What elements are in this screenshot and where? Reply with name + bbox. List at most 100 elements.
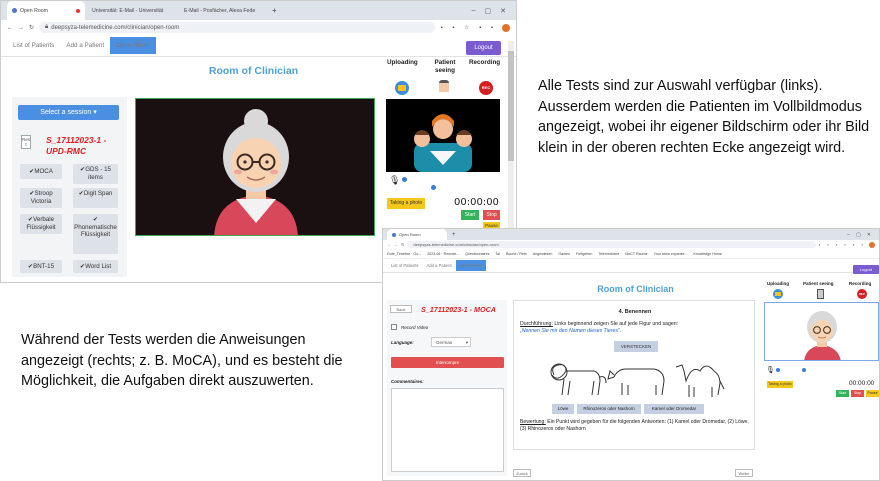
doctors-group-icon bbox=[414, 114, 472, 172]
record-video-label: Record Video bbox=[401, 325, 429, 330]
test-stroop-button[interactable]: ✔Stroop Victoria bbox=[20, 188, 62, 208]
screenshot-moca-task: Open Room + – ▢ ✕ ← → ↻ deepsyza-telemedicin… bbox=[382, 228, 880, 481]
window-controls-2[interactable]: – ▢ ✕ bbox=[847, 229, 879, 240]
test-verbal-fluency-button[interactable]: ✔Verbale Flüssigkeit bbox=[20, 214, 62, 234]
browser-tab-bar-2: Open Room + – ▢ ✕ bbox=[383, 229, 879, 240]
new-tab-button[interactable]: + bbox=[267, 1, 279, 20]
bookmark-item[interactable]: Telemedicine bbox=[598, 252, 619, 256]
session-panel: Select a session ▾ Res t S_17112023-1 - … bbox=[12, 97, 127, 277]
browser-tab-email-2[interactable]: E-Mail - Posfächer, Alexa Fede bbox=[179, 1, 265, 20]
forward-arrow-icon[interactable]: → bbox=[18, 25, 24, 31]
audio-level-dot bbox=[431, 185, 436, 190]
nav-add-patient-2[interactable]: Add a Patient bbox=[422, 263, 455, 268]
new-tab-button-2[interactable]: + bbox=[447, 229, 457, 240]
bookmark-item[interactable]: 2023-06 · Remote... bbox=[427, 252, 459, 256]
prev-button[interactable]: Zurück bbox=[513, 469, 531, 477]
bookmark-item[interactable]: Bound / Refs bbox=[506, 252, 527, 256]
mic-status-dot bbox=[402, 177, 407, 182]
rec-button[interactable]: REC bbox=[479, 81, 493, 95]
rhinoceros-icon bbox=[607, 368, 665, 396]
patient-seeing-label: Patient seeing bbox=[434, 59, 456, 74]
interrupt-button[interactable]: Interrompre bbox=[391, 357, 504, 368]
bookmark-item[interactable]: Gute_Timeline · Go... bbox=[387, 252, 421, 256]
bookmark-item[interactable]: MoCT Raume bbox=[625, 252, 647, 256]
nav-add-patient[interactable]: Add a Patient bbox=[60, 42, 110, 49]
browser-extension-icons[interactable]: ▪ ▪ ☆ ▪ ▪ bbox=[440, 24, 497, 31]
address-bar-row-2: ← → ↻ deepsyza-telemedicine.com/clinician/… bbox=[383, 240, 879, 249]
bookmark-item[interactable]: Knowledge Home bbox=[693, 252, 721, 256]
nav-open-room[interactable]: Open Room bbox=[110, 37, 157, 54]
back-button[interactable]: Back bbox=[390, 305, 412, 313]
reset-button[interactable]: Res t bbox=[21, 135, 31, 149]
stop-button[interactable]: Stop bbox=[483, 210, 500, 220]
session-name: UPD-RMC bbox=[46, 146, 87, 156]
browser-tab-open-room[interactable]: Open Room bbox=[7, 1, 85, 20]
stop-button-2[interactable]: Stop bbox=[851, 390, 864, 397]
start-button[interactable]: Start bbox=[461, 210, 479, 220]
window-controls[interactable]: – ▢ ✕ bbox=[472, 1, 516, 20]
logout-button[interactable]: Logout bbox=[466, 41, 501, 55]
uploading-folder-icon[interactable] bbox=[395, 81, 409, 95]
taking-photo-button[interactable]: Taking a photo bbox=[387, 198, 425, 209]
record-video-checkbox[interactable] bbox=[391, 324, 397, 330]
reload-icon[interactable]: ↻ bbox=[29, 24, 34, 31]
check-icon: ✔ bbox=[92, 216, 99, 223]
page-title-2: Room of Clinician bbox=[597, 284, 674, 294]
test-phonematic-fluency-button[interactable]: ✔ Phonematische Flüssigkeit bbox=[73, 214, 118, 254]
microphone-icon-2[interactable]: 🎙︎ bbox=[766, 366, 775, 374]
session-id: S_17112023-1 - bbox=[46, 135, 107, 145]
caption-left: Während der Tests werden die Anweisungen… bbox=[21, 332, 343, 389]
lion-icon bbox=[550, 363, 607, 396]
pause-button-2[interactable]: Pause bbox=[866, 390, 879, 397]
bookmark-item[interactable]: Questionnaires bbox=[465, 252, 489, 256]
nav-open-room-2[interactable]: Open Room bbox=[455, 260, 487, 271]
logout-button-2[interactable]: Logout bbox=[853, 265, 879, 274]
url-field[interactable]: 🔒︎ deepsyza-telemedicine.com/clinician/op… bbox=[39, 22, 436, 33]
uploading-folder-icon-2[interactable] bbox=[773, 289, 783, 299]
bookmark-item[interactable]: Fortgeben bbox=[576, 252, 592, 256]
bookmark-item[interactable]: Your store expanse... bbox=[654, 252, 688, 256]
browser-tab-open-room-2[interactable]: Open Room bbox=[387, 229, 447, 240]
bookmark-item[interactable]: Angewiesen bbox=[533, 252, 553, 256]
test-bnt15-button[interactable]: ✔BNT-15 bbox=[20, 260, 62, 273]
url-field-2[interactable]: deepsyza-telemedicine.com/clinician/open… bbox=[407, 241, 816, 248]
patient-seeing-icon-2 bbox=[817, 289, 824, 299]
close-icon[interactable]: ✕ bbox=[500, 7, 506, 15]
microphone-icon[interactable]: 🎙︎ bbox=[389, 175, 400, 186]
profile-avatar[interactable] bbox=[502, 23, 510, 32]
back-arrow-icon[interactable]: ← bbox=[7, 25, 13, 31]
test-moca-button[interactable]: ✔MOCA bbox=[20, 164, 62, 179]
chevron-down-icon: ▾ bbox=[465, 340, 468, 345]
recording-label-2: Recording bbox=[849, 281, 872, 286]
test-gds-button[interactable]: ✔GDS - 15 items bbox=[73, 164, 118, 184]
rec-button-2[interactable]: REC bbox=[857, 289, 867, 299]
bookmark-item[interactable]: Tal bbox=[495, 252, 500, 256]
uploading-label: Uploading bbox=[387, 59, 418, 66]
answer-lion-button[interactable]: Löwe bbox=[552, 404, 574, 414]
language-label: Language: bbox=[391, 340, 414, 345]
maximize-icon[interactable]: ▢ bbox=[485, 7, 492, 15]
comments-textarea[interactable] bbox=[391, 388, 504, 472]
patient-video-main bbox=[135, 98, 375, 236]
nav-list-of-patients[interactable]: List of Patients bbox=[7, 42, 60, 49]
browser-tab-email-uni[interactable]: Universität: E-Mail - Universität bbox=[87, 1, 177, 20]
test-digit-span-button[interactable]: ✔Digit Span bbox=[73, 188, 118, 208]
address-bar-row: ← → ↻ 🔒︎ deepsyza-telemedicine.com/clinicia… bbox=[1, 20, 516, 35]
answer-camel-button[interactable]: Kamel oder Dromedar bbox=[644, 404, 704, 414]
answer-rhino-button[interactable]: Rhinozeros oder Nashorn bbox=[577, 404, 641, 414]
uploading-label-2: Uploading bbox=[767, 281, 789, 286]
next-button[interactable]: Weiter bbox=[735, 469, 753, 477]
bookmark-item[interactable]: Games bbox=[558, 252, 570, 256]
hide-button[interactable]: VERSTECKEN bbox=[614, 341, 658, 352]
test-word-list-button[interactable]: ✔Word List bbox=[73, 260, 118, 273]
nav-list-of-patients-2[interactable]: List of Patients bbox=[387, 263, 422, 268]
language-select[interactable]: German ▾ bbox=[431, 337, 471, 347]
self-video-panel bbox=[386, 99, 500, 172]
select-session-dropdown[interactable]: Select a session ▾ bbox=[18, 105, 119, 120]
mic-status-dot-2 bbox=[776, 368, 780, 372]
scoring-text: Bewertung: Ein Punkt wird gegeben für di… bbox=[520, 419, 749, 432]
taking-photo-button-2[interactable]: Taking a photo bbox=[767, 381, 793, 388]
minimize-icon[interactable]: – bbox=[472, 7, 476, 14]
lock-icon: 🔒︎ bbox=[45, 24, 49, 30]
start-button-2[interactable]: Start bbox=[836, 390, 849, 397]
